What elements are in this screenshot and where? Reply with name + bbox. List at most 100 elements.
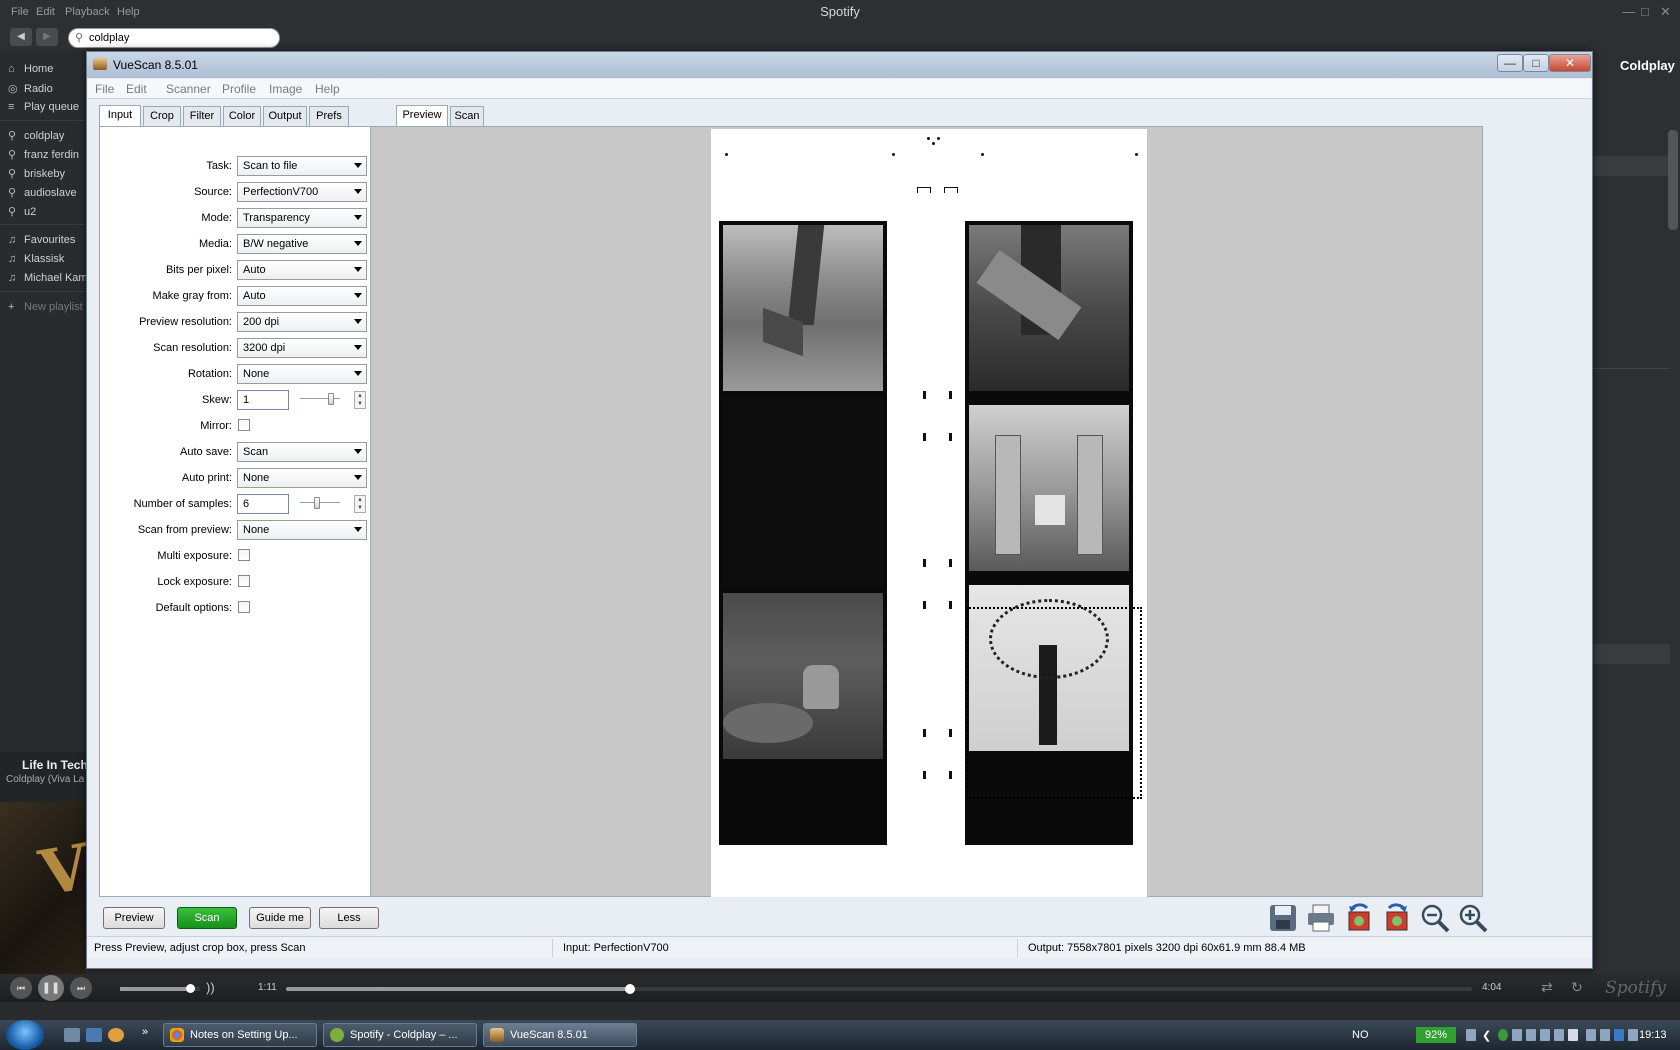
track-row[interactable] — [1592, 644, 1670, 664]
tab-filter[interactable]: Filter — [183, 106, 221, 126]
default-options-checkbox[interactable] — [238, 601, 250, 613]
next-button[interactable]: ⏭ — [70, 977, 92, 999]
previous-button[interactable]: ⏮ — [10, 977, 32, 999]
tab-output[interactable]: Output — [263, 106, 307, 126]
firefox-icon[interactable] — [108, 1028, 124, 1042]
quicklaunch-overflow[interactable]: » — [142, 1026, 148, 1038]
sidebar-playlist-klassisk[interactable]: ♫ Klassisk — [8, 253, 64, 265]
spotify-maximize-icon[interactable]: □ — [1641, 4, 1649, 19]
zoom-in-icon[interactable] — [1457, 902, 1489, 934]
skew-slider[interactable] — [300, 393, 340, 405]
now-playing-artist[interactable]: Coldplay (Viva La — [6, 774, 84, 785]
media-select[interactable]: B/W negative — [237, 234, 367, 254]
tab-crop[interactable]: Crop — [143, 106, 181, 126]
start-button[interactable] — [6, 1020, 44, 1050]
display-icon[interactable] — [1540, 1029, 1550, 1041]
volume-slider[interactable] — [120, 984, 200, 993]
tab-scan[interactable]: Scan — [450, 106, 484, 126]
shuffle-icon[interactable]: ⇄ — [1541, 979, 1553, 996]
signal-icon[interactable] — [1512, 1029, 1522, 1041]
guide-me-button[interactable]: Guide me — [249, 907, 311, 929]
language-indicator[interactable]: NO — [1352, 1029, 1369, 1041]
tab-prefs[interactable]: Prefs — [309, 106, 349, 126]
sidebar-search-coldplay[interactable]: ⚲ coldplay — [8, 129, 64, 142]
monitor-icon[interactable] — [1586, 1029, 1596, 1041]
preview-image[interactable] — [711, 129, 1147, 897]
new-playlist-button[interactable]: + New playlist — [8, 301, 83, 313]
sidebar-playlist-michael[interactable]: ♫ Michael Kam — [8, 272, 86, 284]
sidebar-item-radio[interactable]: ◎ Radio — [8, 82, 53, 95]
mirror-checkbox[interactable] — [238, 419, 250, 431]
spin-down-icon[interactable]: ▼ — [357, 401, 363, 407]
spotify-tray-icon[interactable] — [1498, 1029, 1508, 1041]
vuescan-close-button[interactable]: ✕ — [1549, 54, 1591, 72]
shield-icon[interactable] — [1568, 1029, 1578, 1041]
save-icon[interactable] — [1267, 902, 1299, 934]
crop-box[interactable] — [966, 607, 1142, 799]
spotify-scrollbar[interactable] — [1668, 130, 1678, 230]
pause-button[interactable]: ❚❚ — [38, 975, 64, 1001]
back-button[interactable]: ◀ — [10, 28, 32, 46]
film-frame-blank[interactable] — [723, 397, 883, 587]
samples-spinner[interactable]: ▲ ▼ — [354, 495, 366, 513]
skew-input[interactable]: 1 — [237, 390, 289, 410]
number-of-samples-input[interactable]: 6 — [237, 494, 289, 514]
less-button[interactable]: Less — [319, 907, 379, 929]
sidebar-search-u2[interactable]: ⚲ u2 — [8, 205, 36, 218]
menu-file[interactable]: File — [95, 82, 114, 96]
mode-select[interactable]: Transparency — [237, 208, 367, 228]
auto-print-select[interactable]: None — [237, 468, 367, 488]
scan-button[interactable]: Scan — [177, 907, 237, 929]
sidebar-playlist-favourites[interactable]: ♫ Favourites — [8, 234, 75, 246]
menu-profile[interactable]: Profile — [222, 82, 256, 96]
tab-preview[interactable]: Preview — [396, 105, 448, 126]
skew-spinner[interactable]: ▲ ▼ — [354, 391, 366, 409]
vuescan-minimize-button[interactable]: — — [1497, 54, 1523, 72]
spin-up-icon[interactable]: ▲ — [357, 393, 363, 399]
samples-slider[interactable] — [300, 497, 340, 509]
album-art[interactable]: VI — [0, 802, 86, 974]
wifi-icon[interactable] — [1614, 1029, 1624, 1041]
sidebar-search-franz-ferdinand[interactable]: ⚲ franz ferdin — [8, 148, 79, 161]
film-frame-bench-closeup[interactable] — [969, 225, 1129, 391]
playback-progress[interactable] — [286, 984, 1472, 994]
scan-from-preview-select[interactable]: None — [237, 520, 367, 540]
progress-knob[interactable] — [624, 984, 635, 994]
sync-icon[interactable] — [1554, 1029, 1564, 1041]
skew-slider-thumb[interactable] — [328, 393, 334, 405]
menu-scanner[interactable]: Scanner — [166, 82, 211, 96]
samples-slider-thumb[interactable] — [314, 497, 320, 509]
preview-button[interactable]: Preview — [103, 907, 165, 929]
film-frame-gate[interactable] — [969, 405, 1129, 571]
spin-up-icon[interactable]: ▲ — [357, 497, 363, 503]
usb-icon[interactable] — [1600, 1029, 1610, 1041]
source-select[interactable]: PerfectionV700 — [237, 182, 367, 202]
repeat-icon[interactable]: ↻ — [1571, 979, 1583, 996]
spotify-minimize-icon[interactable]: — — [1622, 4, 1635, 19]
tab-color[interactable]: Color — [223, 106, 261, 126]
clock[interactable]: 19:13 — [1639, 1029, 1667, 1041]
taskbar-task-chrome[interactable]: Notes on Setting Up... — [163, 1023, 317, 1047]
track-row[interactable] — [1592, 156, 1670, 176]
rotate-left-icon[interactable] — [1343, 902, 1375, 934]
menu-help[interactable]: Help — [315, 82, 340, 96]
film-frame-shoes[interactable] — [723, 593, 883, 759]
forward-button[interactable]: ▶ — [36, 28, 58, 46]
vuescan-titlebar[interactable]: VueScan 8.5.01 — □ ✕ — [87, 52, 1592, 78]
spotify-close-icon[interactable]: ✕ — [1660, 4, 1671, 20]
volume-tray-icon[interactable] — [1628, 1029, 1638, 1041]
auto-save-select[interactable]: Scan — [237, 442, 367, 462]
vuescan-maximize-button[interactable]: □ — [1523, 54, 1549, 72]
sidebar-search-audioslave[interactable]: ⚲ audioslave — [8, 186, 77, 199]
tray-expand-icon[interactable]: ❮ — [1482, 1029, 1491, 1042]
lock-exposure-checkbox[interactable] — [238, 575, 250, 587]
show-desktop-icon[interactable] — [64, 1028, 80, 1042]
spin-down-icon[interactable]: ▼ — [357, 505, 363, 511]
device-icon[interactable] — [1526, 1029, 1536, 1041]
menu-image[interactable]: Image — [269, 82, 302, 96]
scan-resolution-select[interactable]: 3200 dpi — [237, 338, 367, 358]
preview-area[interactable] — [370, 126, 1483, 897]
print-icon[interactable] — [1305, 902, 1337, 934]
rotation-select[interactable]: None — [237, 364, 367, 384]
zoom-out-icon[interactable] — [1419, 902, 1451, 934]
